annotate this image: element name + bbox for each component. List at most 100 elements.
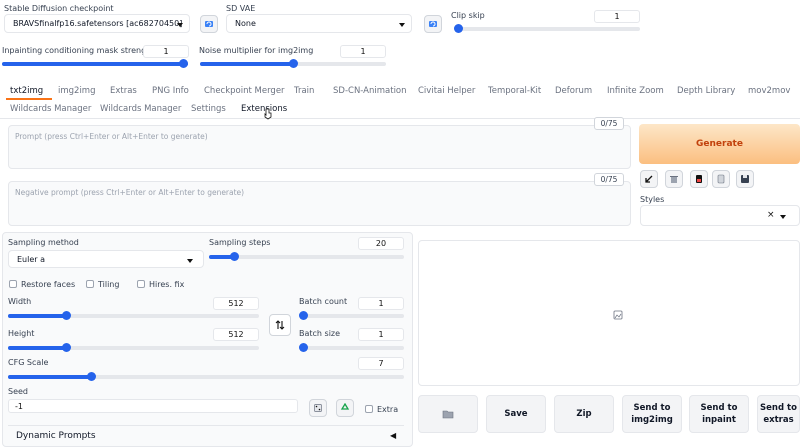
- slider-fill: [8, 314, 66, 318]
- height-label: Height: [8, 329, 35, 338]
- active-tab-indicator: [6, 98, 52, 100]
- sampling-method-value: Euler a: [17, 255, 46, 264]
- chevron-down-icon: [177, 23, 183, 27]
- noise-label: Noise multiplier for img2img: [199, 46, 314, 55]
- random-seed-button[interactable]: [309, 399, 327, 417]
- swap-dimensions-button[interactable]: [269, 314, 291, 336]
- tab-img2img[interactable]: img2img: [58, 86, 95, 96]
- send-to-extras-button[interactable]: Send to extras: [757, 395, 800, 433]
- tab-deforum[interactable]: Deforum: [555, 86, 592, 96]
- styles-dropdown[interactable]: ×: [640, 205, 800, 226]
- tab-depth-library[interactable]: Depth Library: [677, 86, 735, 96]
- apply-style-button[interactable]: [712, 170, 730, 188]
- dice-icon: [314, 404, 322, 412]
- clear-prompt-button[interactable]: [665, 170, 683, 188]
- tab-txt2img[interactable]: txt2img: [10, 86, 43, 96]
- mask-strength-label: Inpainting conditioning mask strength: [2, 46, 155, 55]
- checkpoint-dropdown[interactable]: BRAVSfinalfp16.safetensors [ac68270450]: [4, 14, 190, 33]
- send-to-img2img-button[interactable]: Send to img2img: [622, 395, 682, 433]
- tab-mov2mov[interactable]: mov2mov: [748, 86, 790, 96]
- collapse-arrow-icon: ◀: [390, 431, 397, 440]
- seed-input[interactable]: -1: [8, 399, 298, 413]
- tab-infinite-zoom[interactable]: Infinite Zoom: [607, 86, 664, 96]
- card-icon: [696, 175, 702, 183]
- batch-size-input[interactable]: 1: [358, 328, 404, 341]
- seed-value: -1: [15, 402, 23, 411]
- refresh-icon: [429, 21, 437, 27]
- refresh-checkpoint-button[interactable]: [200, 15, 218, 33]
- tab-checkpoint-merger[interactable]: Checkpoint Merger: [204, 86, 285, 96]
- send-to-inpaint-button[interactable]: Send to inpaint: [689, 395, 749, 433]
- read-params-button[interactable]: [640, 170, 658, 188]
- reuse-seed-button[interactable]: [336, 399, 354, 417]
- slider-thumb[interactable]: [299, 343, 308, 352]
- clip-skip-input[interactable]: 1: [594, 10, 640, 23]
- restore-faces-checkbox[interactable]: [9, 280, 17, 288]
- noise-slider[interactable]: [200, 59, 386, 68]
- restore-faces-label: Restore faces: [21, 280, 76, 289]
- output-gallery: [418, 240, 800, 386]
- batch-count-slider[interactable]: [299, 311, 404, 320]
- tiling-checkbox[interactable]: [86, 280, 94, 288]
- negative-prompt-textarea[interactable]: Negative prompt (press Ctrl+Enter or Alt…: [8, 181, 631, 226]
- tab-wildcards-manager-2[interactable]: Wildcards Manager: [100, 104, 181, 114]
- tab-extras[interactable]: Extras: [110, 86, 137, 96]
- noise-input[interactable]: 1: [340, 45, 386, 58]
- width-input[interactable]: 512: [213, 297, 259, 310]
- slider-thumb[interactable]: [289, 59, 298, 68]
- extra-seed-checkbox[interactable]: [365, 405, 373, 413]
- negative-prompt-placeholder: Negative prompt (press Ctrl+Enter or Alt…: [15, 188, 245, 197]
- sampling-steps-slider[interactable]: [209, 252, 404, 261]
- generate-button[interactable]: Generate: [639, 124, 800, 164]
- dynamic-prompts-label: Dynamic Prompts: [16, 431, 96, 441]
- tab-temporal-kit[interactable]: Temporal-Kit: [488, 86, 541, 96]
- recycle-icon: [340, 403, 350, 410]
- zip-button[interactable]: Zip: [554, 395, 614, 433]
- show-extra-networks-button[interactable]: [690, 170, 708, 188]
- width-label: Width: [8, 297, 32, 306]
- tab-civitai-helper[interactable]: Civitai Helper: [418, 86, 475, 96]
- batch-count-label: Batch count: [299, 297, 348, 306]
- batch-size-slider[interactable]: [299, 343, 404, 352]
- slider-thumb[interactable]: [299, 311, 308, 320]
- tab-train[interactable]: Train: [294, 86, 314, 96]
- open-folder-button[interactable]: [418, 395, 478, 433]
- prompt-placeholder: Prompt (press Ctrl+Enter or Alt+Enter to…: [15, 132, 208, 141]
- clipboard-icon: [717, 174, 725, 184]
- cfg-scale-slider[interactable]: [8, 372, 404, 381]
- slider-thumb[interactable]: [62, 343, 71, 352]
- height-input[interactable]: 512: [213, 328, 259, 341]
- tab-settings[interactable]: Settings: [191, 104, 226, 114]
- slider-thumb[interactable]: [230, 252, 239, 261]
- tab-wildcards-manager[interactable]: Wildcards Manager: [10, 104, 91, 114]
- refresh-vae-button[interactable]: [424, 15, 442, 33]
- mask-strength-input[interactable]: 1: [143, 45, 189, 58]
- styles-clear-icon[interactable]: ×: [767, 210, 775, 220]
- slider-thumb[interactable]: [87, 372, 96, 381]
- sampling-steps-input[interactable]: 20: [358, 237, 404, 250]
- cfg-scale-input[interactable]: 7: [358, 357, 404, 370]
- width-slider[interactable]: [8, 311, 259, 320]
- clip-skip-label: Clip skip: [451, 11, 485, 20]
- vae-dropdown[interactable]: None: [226, 14, 412, 33]
- tiling-label: Tiling: [98, 280, 120, 289]
- tab-sd-cn-animation[interactable]: SD-CN-Animation: [333, 86, 407, 96]
- arrow-down-left-icon: [645, 175, 653, 183]
- slider-thumb[interactable]: [179, 59, 188, 68]
- save-style-button[interactable]: [736, 170, 754, 188]
- mouse-cursor-icon: [264, 108, 272, 120]
- mask-strength-slider[interactable]: [2, 59, 188, 68]
- slider-thumb[interactable]: [454, 24, 463, 33]
- slider-fill: [2, 62, 188, 66]
- sampling-method-dropdown[interactable]: Euler a: [8, 250, 204, 268]
- height-slider[interactable]: [8, 343, 259, 352]
- tab-png-info[interactable]: PNG Info: [152, 86, 189, 96]
- batch-count-input[interactable]: 1: [358, 297, 404, 310]
- slider-thumb[interactable]: [62, 311, 71, 320]
- clip-skip-slider[interactable]: [454, 24, 640, 33]
- save-button[interactable]: Save: [486, 395, 546, 433]
- hires-fix-checkbox[interactable]: [137, 280, 145, 288]
- prompt-textarea[interactable]: Prompt (press Ctrl+Enter or Alt+Enter to…: [8, 125, 631, 169]
- dynamic-prompts-accordion[interactable]: Dynamic Prompts ◀: [8, 425, 404, 445]
- checkpoint-value: BRAVSfinalfp16.safetensors [ac68270450]: [13, 19, 183, 28]
